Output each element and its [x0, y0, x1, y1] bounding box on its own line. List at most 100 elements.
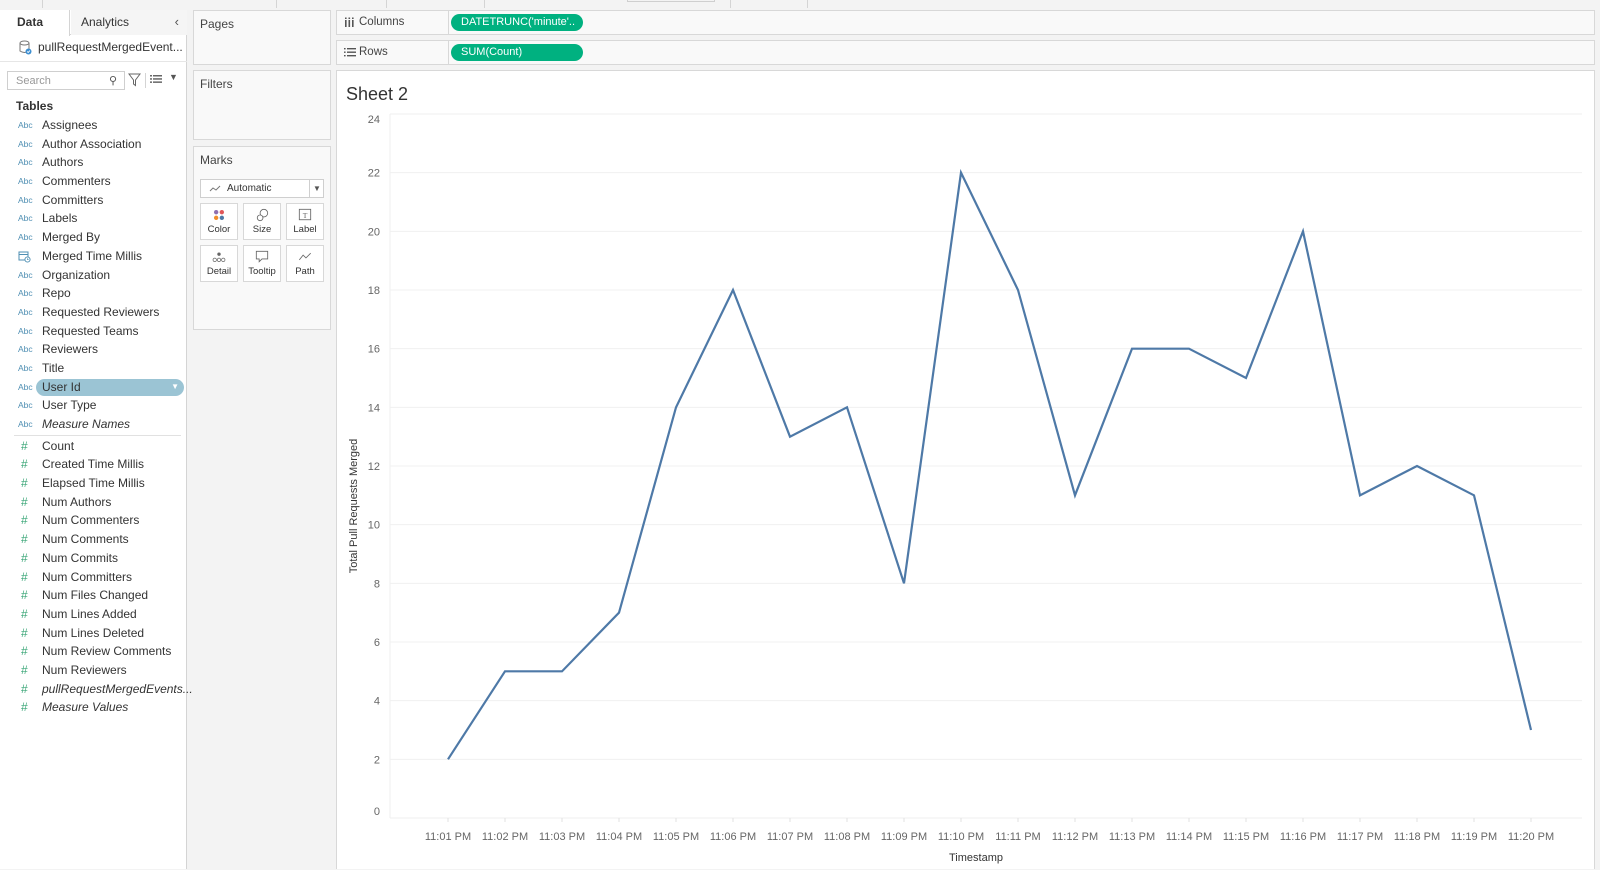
number-type-icon: #: [21, 662, 28, 677]
search-icon[interactable]: ⚲: [109, 74, 117, 87]
filter-icon[interactable]: [128, 73, 141, 87]
data-point[interactable]: [558, 667, 566, 675]
measure-field[interactable]: # Num Commits: [0, 549, 187, 568]
field-name: Organization: [42, 267, 111, 282]
measure-field[interactable]: # Num Lines Added: [0, 605, 187, 624]
dimension-field[interactable]: Abc Reviewers: [0, 340, 187, 359]
data-point[interactable]: [1413, 462, 1421, 470]
data-point[interactable]: [1299, 227, 1307, 235]
measure-field[interactable]: # Num Lines Deleted: [0, 624, 187, 643]
datasource-item[interactable]: pullRequestMergedEvent...: [0, 36, 187, 62]
data-point[interactable]: [672, 403, 680, 411]
filters-card[interactable]: Filters: [193, 70, 331, 140]
marks-tooltip-label: Tooltip: [248, 266, 276, 277]
dimension-field[interactable]: Abc Committers: [0, 191, 187, 210]
string-type-icon: Abc: [18, 419, 33, 429]
measure-field[interactable]: # Num Committers: [0, 568, 187, 587]
x-tick-label: 11:20 PM: [1508, 831, 1554, 843]
mark-type-dropdown[interactable]: Automatic ▼: [200, 179, 324, 198]
field-name: Commenters: [42, 174, 111, 189]
field-name: Requested Reviewers: [42, 304, 160, 319]
dimension-field[interactable]: Abc Author Association: [0, 135, 187, 154]
measure-field[interactable]: # Elapsed Time Millis: [0, 474, 187, 493]
string-type-icon: Abc: [18, 157, 33, 168]
dimension-field[interactable]: Abc User Id ▼: [0, 378, 187, 397]
dimension-field[interactable]: Abc Requested Reviewers: [0, 303, 187, 322]
toolbar-divider: [42, 0, 43, 8]
rows-pill[interactable]: SUM(Count): [451, 44, 583, 61]
pages-card[interactable]: Pages: [193, 10, 331, 65]
data-point[interactable]: [501, 667, 509, 675]
x-tick-label: 11:02 PM: [482, 831, 528, 843]
marks-detail-button[interactable]: Detail: [200, 245, 238, 282]
data-point[interactable]: [1470, 491, 1478, 499]
data-point[interactable]: [729, 286, 737, 294]
measure-field[interactable]: # Num Commenters: [0, 511, 187, 530]
data-point[interactable]: [900, 579, 908, 587]
rows-shelf[interactable]: Rows SUM(Count): [336, 40, 1595, 65]
measure-field[interactable]: # Measure Values: [0, 698, 187, 717]
data-point[interactable]: [1242, 374, 1250, 382]
data-point[interactable]: [1356, 491, 1364, 499]
dimension-field[interactable]: Abc Assignees: [0, 116, 187, 135]
y-axis-title: Total Pull Requests Merged: [348, 439, 360, 574]
dimension-field[interactable]: Abc User Type: [0, 396, 187, 415]
dimension-field[interactable]: Abc Repo: [0, 284, 187, 303]
dropdown-separator: [309, 180, 310, 197]
data-point[interactable]: [615, 609, 623, 617]
x-tick-label: 11:11 PM: [995, 831, 1040, 843]
data-point[interactable]: [1185, 345, 1193, 353]
line-chart: 024681012141618202224 11:01 PM 11:02 PM 11…: [348, 113, 1582, 864]
dimension-field[interactable]: Abc Organization: [0, 266, 187, 285]
tab-analytics[interactable]: Analytics: [71, 10, 187, 35]
dimension-field[interactable]: Abc Authors: [0, 153, 187, 172]
tab-data[interactable]: Data: [0, 10, 70, 36]
columns-shelf[interactable]: Columns DATETRUNC('minute'..: [336, 10, 1595, 35]
data-point[interactable]: [1071, 491, 1079, 499]
data-point[interactable]: [1014, 286, 1022, 294]
dimension-field[interactable]: Abc Requested Teams: [0, 322, 187, 341]
dimension-field[interactable]: Abc Measure Names: [0, 415, 187, 434]
measure-field[interactable]: # Num Authors: [0, 493, 187, 512]
dimension-field[interactable]: Merged Time Millis: [0, 247, 187, 266]
field-name: Committers: [42, 192, 104, 207]
dimension-field[interactable]: Abc Commenters: [0, 172, 187, 191]
field-name: Num Commits: [42, 550, 119, 565]
marks-label-button[interactable]: T Label: [286, 203, 324, 240]
rows-label: Rows: [359, 46, 388, 58]
y-tick-label: 14: [368, 402, 380, 414]
data-point[interactable]: [1128, 345, 1136, 353]
marks-tooltip-button[interactable]: Tooltip: [243, 245, 281, 282]
view-options-dropdown-icon[interactable]: ▼: [169, 72, 178, 82]
measure-field[interactable]: # Count: [0, 437, 187, 456]
measure-field[interactable]: # Created Time Millis: [0, 455, 187, 474]
measure-field[interactable]: # Num Comments: [0, 530, 187, 549]
measure-field[interactable]: # pullRequestMergedEvents...: [0, 680, 193, 699]
measure-field[interactable]: # Num Review Comments: [0, 642, 187, 661]
measure-field[interactable]: # Num Reviewers: [0, 661, 187, 680]
columns-pill[interactable]: DATETRUNC('minute'..: [451, 14, 583, 31]
x-tick-label: 11:16 PM: [1280, 831, 1326, 843]
data-point[interactable]: [786, 433, 794, 441]
field-menu-caret-icon[interactable]: ▼: [171, 379, 179, 395]
marks-color-button[interactable]: Color: [200, 203, 238, 240]
number-type-icon: #: [21, 700, 28, 715]
dimension-field[interactable]: Abc Title: [0, 359, 187, 378]
marks-size-button[interactable]: Size: [243, 203, 281, 240]
field-search-input[interactable]: [7, 71, 125, 90]
data-point[interactable]: [843, 403, 851, 411]
data-point[interactable]: [957, 169, 965, 177]
dimension-field[interactable]: Abc Labels: [0, 209, 187, 228]
chevron-down-icon[interactable]: ▼: [313, 180, 321, 197]
measure-field[interactable]: # Num Files Changed: [0, 586, 187, 605]
data-point[interactable]: [444, 755, 452, 763]
collapse-pane-button[interactable]: ‹: [175, 10, 179, 34]
dimension-field[interactable]: Abc Merged By: [0, 228, 187, 247]
x-tick-label: 11:09 PM: [881, 831, 927, 843]
x-tick-label: 11:10 PM: [938, 831, 984, 843]
field-name: Measure Names: [42, 417, 131, 431]
view-list-icon[interactable]: [150, 74, 162, 84]
marks-path-button[interactable]: Path: [286, 245, 324, 282]
data-point[interactable]: [1527, 726, 1535, 734]
toolbar-tab-stub[interactable]: [627, 0, 715, 2]
